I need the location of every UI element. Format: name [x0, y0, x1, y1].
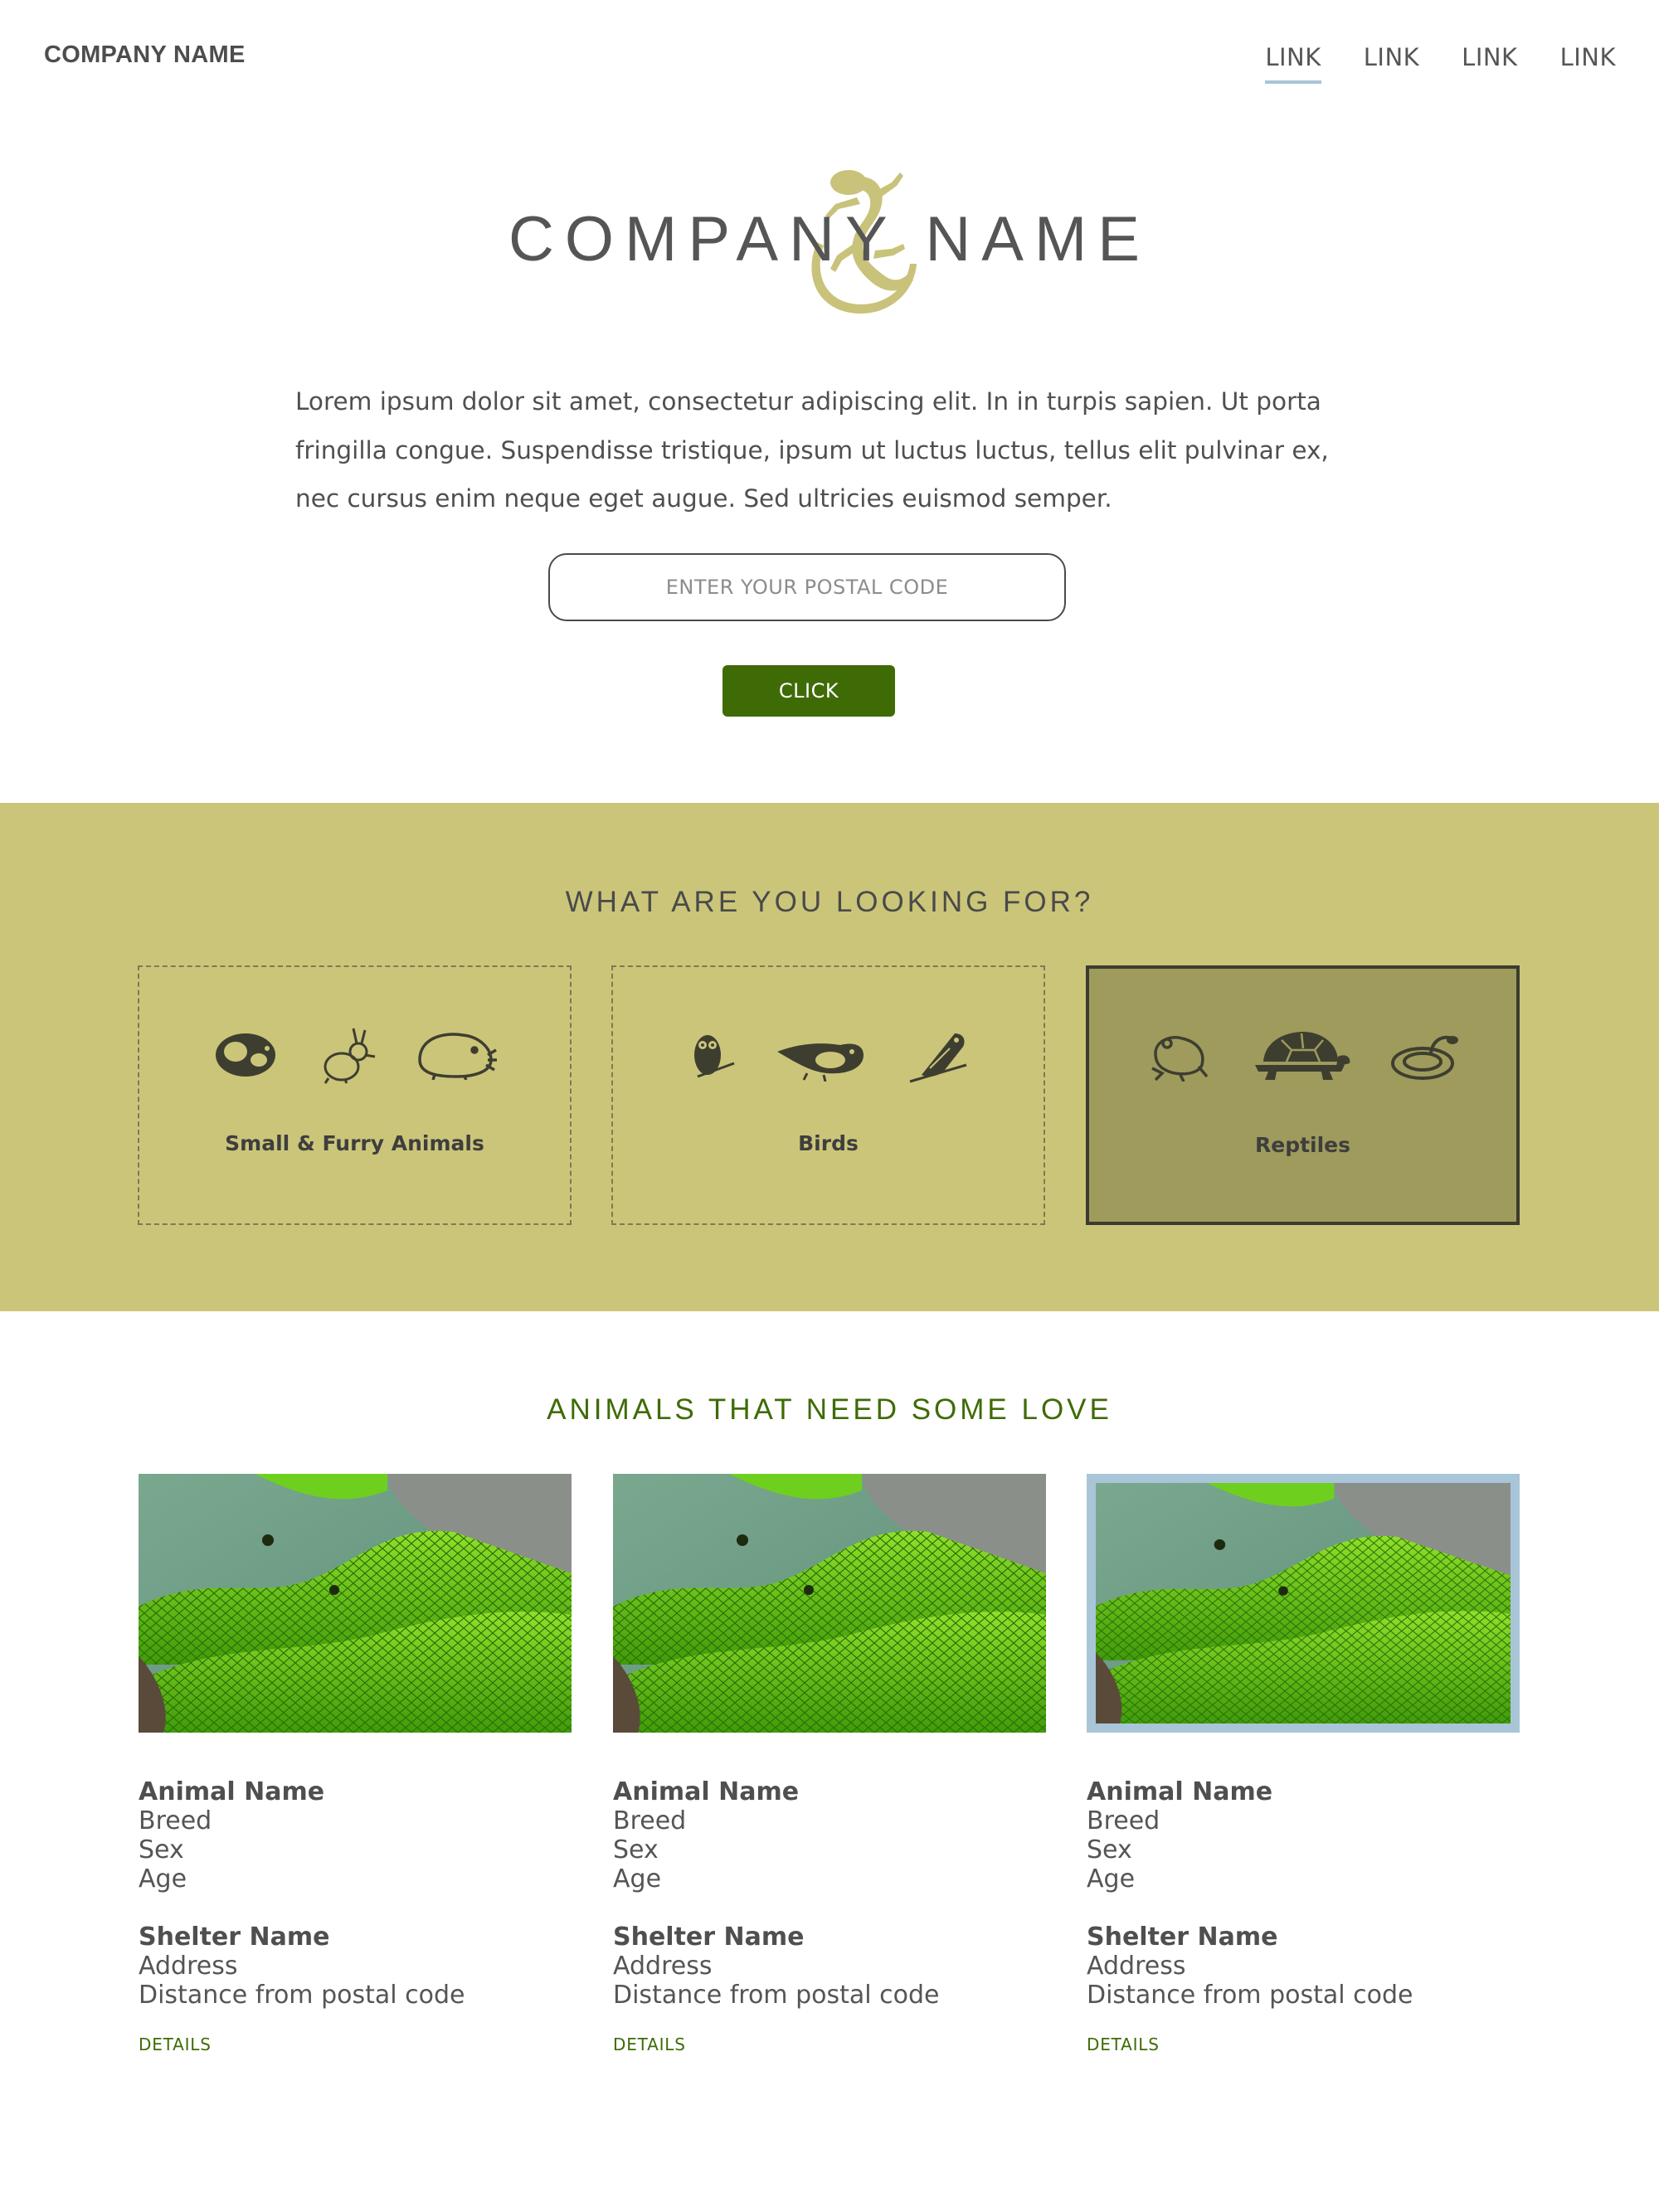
shelter-name: Shelter Name: [613, 1923, 805, 1952]
hamster-icon: [417, 1033, 497, 1080]
nav-link-1[interactable]: LINK: [1265, 43, 1321, 84]
animal-name: Animal Name: [139, 1777, 325, 1806]
parrot-icon: [909, 1033, 966, 1083]
hero-logo: COMPANY NAME: [0, 149, 1659, 315]
animal-breed: Breed: [1087, 1806, 1160, 1835]
shelter-address: Address: [613, 1952, 713, 1981]
animal-name: Animal Name: [1087, 1777, 1273, 1806]
category-label: Birds: [798, 1131, 859, 1155]
animal-card: Animal Name Breed Sex Age Shelter Name A…: [139, 1474, 572, 2054]
categories-section: WHAT ARE YOU LOOKING FOR? Small & Furry …: [0, 803, 1659, 1311]
animal-age: Age: [139, 1864, 187, 1894]
animal-photo[interactable]: [139, 1474, 572, 1733]
details-link[interactable]: DETAILS: [613, 2035, 1046, 2054]
category-label: Reptiles: [1254, 1133, 1351, 1157]
details-link[interactable]: DETAILS: [139, 2035, 572, 2054]
guinea-pig-icon: [215, 1033, 275, 1077]
rabbit-icon: [324, 1028, 375, 1084]
categories-title: WHAT ARE YOU LOOKING FOR?: [565, 886, 1094, 918]
animal-age: Age: [1087, 1864, 1136, 1894]
shelter-address: Address: [139, 1952, 238, 1981]
animal-sex: Sex: [139, 1835, 184, 1864]
shelter-address: Address: [1087, 1952, 1186, 1981]
details-link[interactable]: DETAILS: [1087, 2035, 1520, 2054]
hero-logo-text: COMPANY NAME: [508, 204, 1151, 275]
turtle-icon: [1254, 1032, 1350, 1080]
shelter-distance: Distance from postal code: [613, 1981, 940, 2010]
animals-title: ANIMALS THAT NEED SOME LOVE: [547, 1393, 1112, 1426]
postal-code-input[interactable]: [548, 553, 1066, 621]
intro-paragraph: Lorem ipsum dolor sit amet, consectetur …: [295, 387, 1329, 513]
shelter-distance: Distance from postal code: [1087, 1981, 1413, 2010]
snake-icon: [1390, 1035, 1458, 1080]
category-label: Small & Furry Animals: [225, 1131, 484, 1155]
sparrow-icon: [776, 1043, 864, 1082]
animal-breed: Breed: [139, 1806, 212, 1835]
animal-sex: Sex: [1087, 1835, 1132, 1864]
nav-link-2[interactable]: LINK: [1364, 43, 1419, 84]
animal-card: Animal Name Breed Sex Age Shelter Name A…: [1087, 1474, 1520, 2054]
owl-icon: [693, 1035, 735, 1078]
shelter-name: Shelter Name: [139, 1923, 330, 1952]
category-birds[interactable]: Birds: [611, 965, 1045, 1225]
animal-photo[interactable]: [613, 1474, 1046, 1733]
animal-photo[interactable]: [1087, 1474, 1520, 1733]
frog-icon: [1151, 1036, 1208, 1082]
category-reptiles[interactable]: Reptiles: [1086, 965, 1520, 1225]
nav-link-4[interactable]: LINK: [1560, 43, 1616, 84]
nav-link-3[interactable]: LINK: [1462, 43, 1517, 84]
shelter-distance: Distance from postal code: [139, 1981, 465, 2010]
top-nav: LINK LINK LINK LINK: [1265, 43, 1616, 84]
header-brand[interactable]: COMPANY NAME: [44, 41, 246, 69]
category-small-furry[interactable]: Small & Furry Animals: [138, 965, 572, 1225]
shelter-name: Shelter Name: [1087, 1923, 1278, 1952]
animal-card: Animal Name Breed Sex Age Shelter Name A…: [613, 1474, 1046, 2054]
search-button[interactable]: CLICK: [722, 665, 895, 717]
animal-breed: Breed: [613, 1806, 687, 1835]
animal-name: Animal Name: [613, 1777, 800, 1806]
animal-age: Age: [613, 1864, 662, 1894]
animal-sex: Sex: [613, 1835, 659, 1864]
